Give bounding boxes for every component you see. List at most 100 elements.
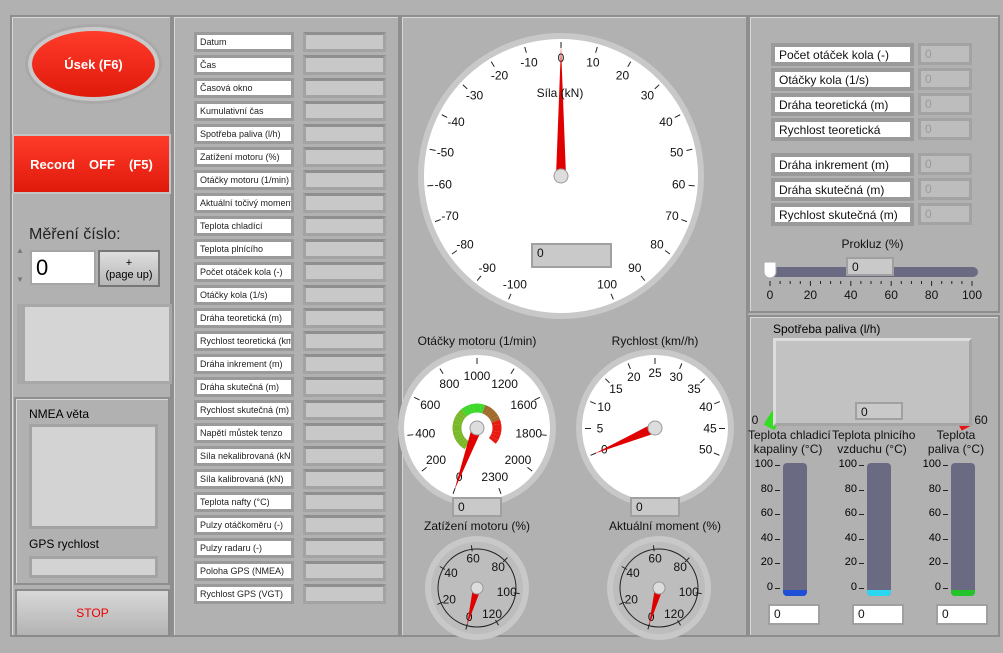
thermo-tick-label: 100 [838, 458, 857, 470]
prokluz-title: Prokluz (%) [841, 237, 904, 251]
otacky-tick-label: 1000 [464, 369, 491, 383]
thermo-tube [783, 463, 807, 596]
thermo-tick [943, 489, 948, 491]
otacky-range-arc [464, 404, 472, 415]
thermo-tick [859, 514, 864, 516]
otacky-tick-label: 2300 [481, 470, 508, 484]
wheel-label: Otáčky kola (1/s) [771, 68, 914, 91]
thermo-level [867, 590, 891, 596]
otacky-range-arc [458, 437, 468, 447]
rychlost-tick-label: 50 [699, 442, 713, 456]
otacky-needle-hub [469, 420, 485, 436]
sila-tick-label: 20 [616, 68, 630, 82]
wheel-value: 0 [918, 93, 972, 115]
thermo-title-2: kapaliny (°C) [753, 442, 823, 456]
otacky-range-arc [461, 406, 470, 417]
otacky-range-arc [461, 439, 470, 450]
zatizeni-tick-label: 120 [482, 607, 502, 621]
moment-needle-hub [652, 581, 666, 595]
otacky-range-arc [490, 415, 501, 423]
thermo-tick-label: 100 [754, 458, 773, 470]
thermo-level [951, 590, 975, 596]
zatizeni-tick-label: 80 [492, 560, 506, 574]
moment-tick-label: 20 [625, 592, 639, 606]
otacky-tick-label: 400 [415, 426, 435, 440]
thermo-tick-label: 20 [844, 556, 857, 569]
thermo-tick [859, 563, 864, 565]
otacky-tick-label: 1800 [515, 426, 542, 440]
sila-tick-label: 80 [650, 238, 664, 252]
sila-tick-label: -70 [441, 209, 459, 223]
wheel-value: 0 [918, 153, 972, 175]
sila-needle-hub [553, 168, 569, 184]
moment-tick-label: 100 [679, 585, 699, 599]
otacky-range-arc [490, 433, 501, 441]
thermo-tick [775, 465, 780, 466]
otacky-range-arc [479, 403, 486, 414]
prokluz-readout[interactable]: 0 [846, 257, 894, 276]
rychlost-tick-label: 25 [648, 366, 662, 380]
thermo-tick-label: 40 [760, 531, 773, 544]
prokluz-slider-thumb[interactable] [763, 261, 777, 279]
moment-title: Aktuální moment (%) [608, 519, 722, 533]
thermo-tick-label: 80 [928, 482, 941, 495]
sila-tick-label: 50 [670, 145, 684, 159]
sila-tick-label: 30 [641, 89, 655, 103]
thermo-readout: 0 [768, 604, 820, 625]
otacky-range-arc [453, 415, 464, 423]
sila-title: Síla (kN) [536, 86, 584, 100]
rychlost-tick-label: 15 [609, 382, 623, 396]
thermo-title-2: paliva (°C) [927, 442, 985, 456]
rychlost-tick-label: 5 [597, 421, 604, 435]
zatizeni-needle-hub [470, 581, 484, 595]
otacky-range-arc [482, 404, 490, 415]
thermo-tick [775, 563, 780, 565]
wheel-value: 0 [918, 68, 972, 90]
zatizeni-tick-label: 60 [466, 551, 480, 565]
thermo-title-2: vzduchu (°C) [837, 442, 907, 456]
thermo-tick [859, 465, 864, 466]
sila-tick-label: -50 [437, 145, 455, 159]
wheel-label: Počet otáček kola (-) [771, 43, 914, 66]
otacky-range-arc [491, 419, 502, 426]
thermo-tick-label: 20 [760, 556, 773, 569]
otacky-tick-label: 1600 [510, 398, 537, 412]
thermo-tick [859, 538, 864, 540]
fuel-color-arc [763, 420, 777, 431]
otacky-tick-label: 1200 [491, 377, 518, 391]
prokluz-tick-label: 80 [925, 288, 939, 302]
prokluz-tick-label: 20 [804, 288, 818, 302]
thermo-tube [867, 463, 891, 596]
thermo-title: Teplota chladicí [748, 428, 831, 442]
otacky-range-arc [455, 435, 466, 444]
thermo-tick [943, 514, 948, 516]
thermo-tick-label: 40 [844, 531, 857, 544]
sila-tick-label: -30 [466, 89, 484, 103]
thermo-tick-label: 0 [766, 581, 773, 593]
wheel-value: 0 [918, 43, 972, 65]
thermo-tick-label: 60 [844, 507, 857, 520]
rychlost-needle-hub [647, 420, 663, 436]
thermo-tick [943, 465, 948, 466]
moment-tick-label: 80 [674, 560, 688, 574]
sila-tick-label: -60 [435, 178, 453, 192]
rychlost-tick-label: 45 [703, 421, 717, 435]
otacky-range-arc [453, 433, 464, 441]
sila-tick-label: -20 [491, 68, 509, 82]
wheel-value: 0 [918, 203, 972, 225]
rychlost-tick-label: 30 [669, 370, 683, 384]
zatizeni-title: Zatížení motoru (%) [423, 519, 531, 533]
otacky-range-arc [452, 419, 463, 426]
otacky-range-arc [488, 412, 499, 421]
thermo-tick-label: 60 [928, 507, 941, 520]
thermo-tick [775, 514, 780, 516]
thermo-tick [943, 563, 948, 565]
otacky-tick-label: 600 [420, 398, 440, 412]
moment-tick-label: 60 [648, 551, 662, 565]
thermo-tick [943, 538, 948, 540]
otacky-range-arc [488, 435, 499, 444]
wheel-label: Rychlost teoretická [771, 118, 914, 141]
rychlost-tick-label: 40 [699, 400, 713, 414]
thermo-title: Teplota plnicího [832, 428, 916, 442]
otacky-range-arc [491, 430, 502, 437]
